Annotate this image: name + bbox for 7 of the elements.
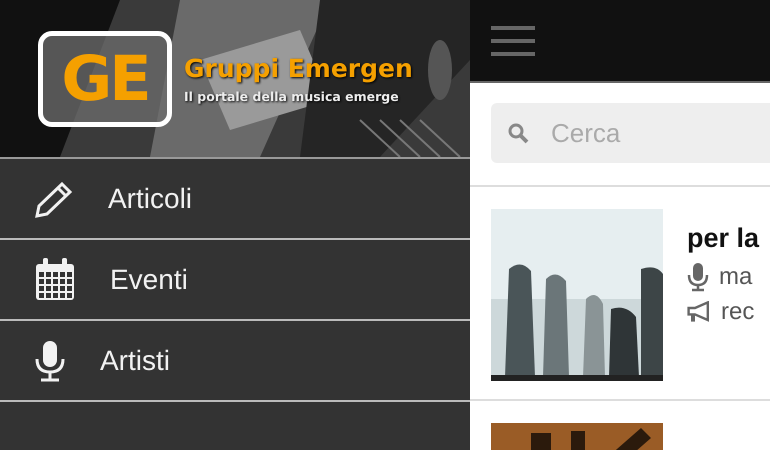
article-meta: ma xyxy=(719,263,752,291)
article-title[interactable]: per la xyxy=(687,223,760,254)
menu-item[interactable]: Eventi xyxy=(0,240,470,321)
menu-item[interactable]: Articoli xyxy=(0,159,470,240)
article-meta: rec xyxy=(721,298,754,326)
menu-item[interactable]: Artisti xyxy=(0,321,470,402)
search-field[interactable]: Cerca xyxy=(491,103,770,163)
